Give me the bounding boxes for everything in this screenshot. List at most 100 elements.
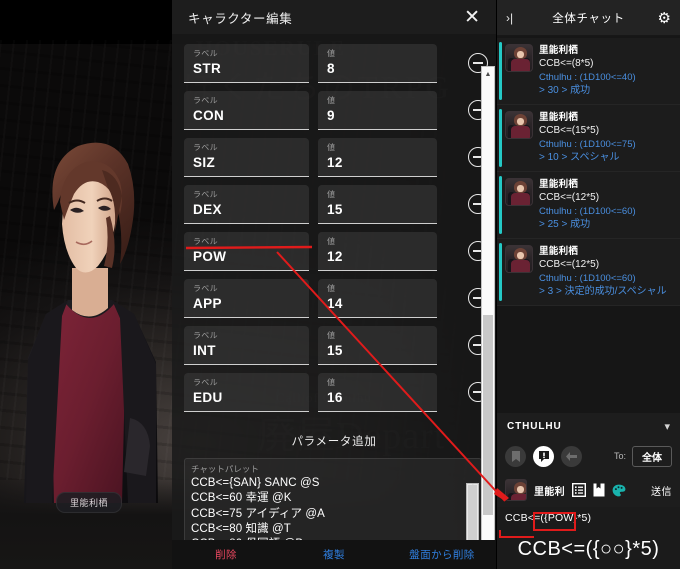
list-icon[interactable] — [571, 483, 586, 497]
duplicate-button[interactable]: 複製 — [280, 547, 388, 562]
chat-message-result: > 3 > 決定的成功/スペシャル — [539, 285, 667, 297]
param-value-field[interactable]: 値 15 — [318, 326, 437, 365]
param-value-field[interactable]: 値 15 — [318, 185, 437, 224]
param-label-caption: ラベル — [193, 331, 218, 340]
param-label-value: APP — [193, 296, 222, 311]
param-value-caption: 値 — [327, 284, 336, 293]
param-value-field[interactable]: 値 8 — [318, 44, 437, 83]
chat-log[interactable]: 里能利栖 CCB<=(8*5) Cthulhu : (1D100<=40) > … — [497, 36, 680, 413]
chat-message[interactable]: 里能利栖 CCB<=(8*5) Cthulhu : (1D100<=40) > … — [497, 38, 680, 105]
chat-input-preview-value: CCB<=({○○}*5) — [517, 537, 660, 560]
param-label-value: CON — [193, 108, 225, 123]
parameter-row: ラベル DEX 値 15 — [184, 185, 488, 224]
palette-line[interactable]: CCB<={SAN} SANC @S — [191, 476, 481, 491]
avatar[interactable] — [505, 479, 527, 501]
scroll-up-icon[interactable]: ▲ — [482, 68, 494, 80]
chat-palette-textarea[interactable]: チャットパレット CCB<={SAN} SANC @S CCB<=60 幸運 @… — [184, 458, 482, 540]
chat-message-result: > 30 > 成功 — [539, 84, 591, 96]
chat-message-body: 里能利栖 CCB<=(12*5) Cthulhu : (1D100<=60) >… — [539, 178, 673, 231]
chat-message[interactable]: 里能利栖 CCB<=(15*5) Cthulhu : (1D100<=75) >… — [497, 105, 680, 172]
chat-message-system: Cthulhu : (1D100<=60) — [539, 205, 636, 217]
palette-line[interactable]: CCB<=80 知識 @T — [191, 522, 481, 537]
palette-line[interactable]: CCB<=75 アイディア @A — [191, 507, 481, 522]
param-value-caption: 値 — [327, 190, 336, 199]
chat-input[interactable]: CCB<=({POW}*5) — [497, 507, 680, 529]
parameter-rows: ラベル STR 値 8 ラベル CON 値 9 ラベル SIZ 値 12 ラベル… — [172, 38, 496, 426]
param-label-field[interactable]: ラベル DEX — [184, 185, 309, 224]
param-label-field[interactable]: ラベル CON — [184, 91, 309, 130]
character-standing-art[interactable] — [6, 118, 174, 503]
param-value-field[interactable]: 値 12 — [318, 232, 437, 271]
param-label-field[interactable]: ラベル SIZ — [184, 138, 309, 177]
dialog-title: キャラクター編集 — [188, 11, 293, 26]
chat-message-author: 里能利栖 — [539, 112, 579, 123]
palette-scrollbar-thumb[interactable] — [468, 485, 477, 540]
parameter-row: ラベル EDU 値 16 — [184, 373, 488, 412]
param-value-field[interactable]: 値 14 — [318, 279, 437, 318]
send-target-select[interactable]: 全体 — [632, 445, 672, 467]
param-label-caption: ラベル — [193, 237, 218, 246]
chat-message[interactable]: 里能利栖 CCB<=(12*5) Cthulhu : (1D100<=60) >… — [497, 172, 680, 239]
character-edit-dialog: キャラクター編集 ✕ ラベル STR 値 8 ラベル CON 値 9 ラベル S… — [172, 0, 497, 569]
speech-alert-icon[interactable] — [533, 445, 554, 467]
remove-from-board-button[interactable]: 盤面から削除 — [388, 547, 496, 562]
dialog-scrollbar[interactable]: ▲ ▼ — [481, 66, 495, 540]
param-label-value: STR — [193, 61, 222, 76]
param-value-caption: 値 — [327, 378, 336, 387]
parameter-row: ラベル CON 値 9 — [184, 91, 488, 130]
param-value-field[interactable]: 値 12 — [318, 138, 437, 177]
param-label-field[interactable]: ラベル STR — [184, 44, 309, 83]
add-parameter-button[interactable]: パラメータ追加 — [172, 426, 496, 458]
palette-icon[interactable] — [612, 484, 626, 497]
param-label-caption: ラベル — [193, 96, 218, 105]
param-label-value: POW — [193, 249, 227, 264]
param-value-caption: 値 — [327, 237, 336, 246]
app-root: HOUSERULE ぼくたちのTRPG Call of Cthulhu 廃屋De… — [0, 0, 680, 569]
param-label-field[interactable]: ラベル INT — [184, 326, 309, 365]
chat-header: ›| 全体チャット ⚙ — [497, 0, 680, 36]
chat-message[interactable]: 里能利栖 CCB<=(12*5) Cthulhu : (1D100<=60) >… — [497, 239, 680, 306]
param-label-field[interactable]: ラベル POW — [184, 232, 309, 271]
book-icon[interactable] — [593, 483, 605, 497]
param-value-caption: 値 — [327, 143, 336, 152]
palette-line[interactable]: CCB<=80 母国語 @B — [191, 537, 481, 540]
bookmark-icon[interactable] — [505, 445, 526, 467]
parameter-row-pow: ラベル POW 値 12 — [184, 232, 488, 271]
param-value-number: 9 — [327, 108, 335, 123]
param-value-number: 15 — [327, 343, 343, 358]
param-label-field[interactable]: ラベル APP — [184, 279, 309, 318]
palette-line[interactable]: CCB<=60 幸運 @K — [191, 491, 481, 506]
param-label-field[interactable]: ラベル EDU — [184, 373, 309, 412]
close-icon[interactable]: ✕ — [460, 8, 484, 27]
palette-scrollbar[interactable]: ▲ ▼ — [466, 483, 479, 540]
chevron-down-icon[interactable]: ▾ — [664, 420, 670, 433]
gear-icon[interactable]: ⚙ — [649, 9, 671, 27]
chat-message-body: 里能利栖 CCB<=(8*5) Cthulhu : (1D100<=40) > … — [539, 44, 673, 97]
collapse-panel-icon[interactable]: ›| — [506, 11, 528, 25]
param-label-caption: ラベル — [193, 190, 218, 199]
character-nameplate: 里能利栖 — [56, 492, 123, 513]
dialog-scrollbar-thumb[interactable] — [483, 315, 493, 515]
param-value-caption: 値 — [327, 96, 336, 105]
param-value-number: 15 — [327, 202, 343, 217]
game-system-row[interactable]: CTHULHU ▾ — [497, 413, 680, 439]
param-value-number: 16 — [327, 390, 343, 405]
chat-mode-toolbar: To: 全体 — [497, 439, 680, 473]
send-target-group: To: 全体 — [614, 445, 672, 467]
sender-name[interactable]: 里能利 — [534, 483, 565, 498]
param-label-caption: ラベル — [193, 378, 218, 387]
compose-toolbar: 里能利 送信 — [497, 473, 680, 507]
chat-title: 全体チャット — [552, 12, 625, 25]
chat-input-value: CCB<=({POW}*5) — [505, 512, 592, 524]
parameter-row: ラベル SIZ 値 12 — [184, 138, 488, 177]
delete-button[interactable]: 削除 — [172, 547, 280, 562]
param-value-field[interactable]: 値 9 — [318, 91, 437, 130]
param-value-field[interactable]: 値 16 — [318, 373, 437, 412]
arrow-icon[interactable] — [561, 445, 582, 467]
chat-message-command: CCB<=(15*5) — [539, 125, 600, 136]
avatar — [505, 111, 533, 139]
avatar — [505, 245, 533, 273]
chat-panel: ›| 全体チャット ⚙ 里能利栖 CCB<=(8*5) Cthulhu : (1… — [497, 0, 680, 569]
send-button[interactable]: 送信 — [651, 483, 672, 498]
chat-message-author: 里能利栖 — [539, 179, 579, 190]
